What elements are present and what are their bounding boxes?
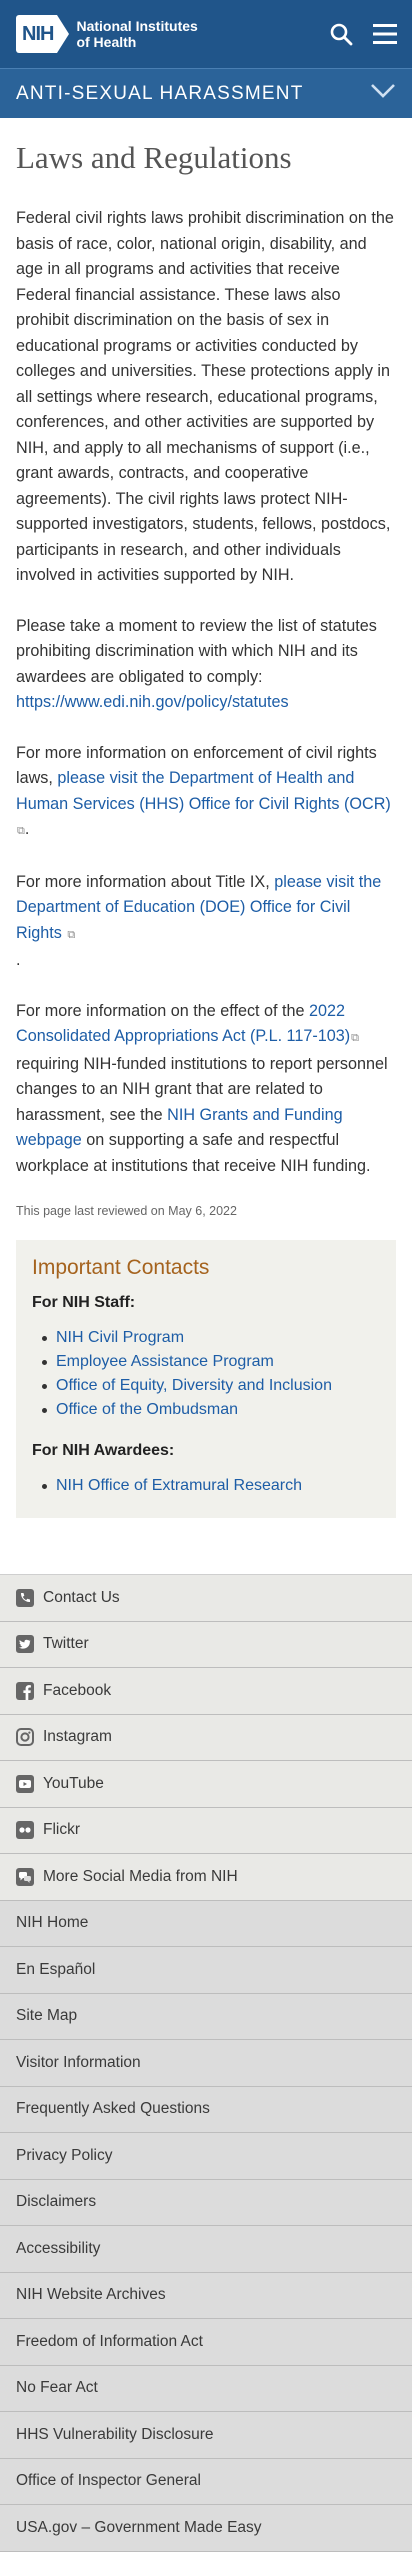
menu-icon[interactable] bbox=[372, 21, 398, 47]
external-link-icon: ⧉ bbox=[351, 1032, 360, 1044]
footer-link-privacy[interactable]: Privacy Policy bbox=[0, 2133, 412, 2180]
footer-link-oig[interactable]: Office of Inspector General bbox=[0, 2458, 412, 2505]
footer-link-visitor-info[interactable]: Visitor Information bbox=[0, 2040, 412, 2087]
footer-contact-us[interactable]: Contact Us bbox=[0, 1575, 412, 1622]
ocr-paragraph: For more information on enforcement of c… bbox=[16, 741, 396, 845]
footer-link-label: Freedom of Information Act bbox=[16, 2332, 203, 2350]
important-contacts-box: Important Contacts For NIH Staff: NIH Ci… bbox=[16, 1240, 396, 1518]
appropriations-paragraph: For more information on the effect of th… bbox=[16, 999, 396, 1180]
footer-link-site-map[interactable]: Site Map bbox=[0, 1993, 412, 2040]
footer-social-label: Instagram bbox=[43, 1728, 112, 1746]
page-title: Laws and Regulations bbox=[16, 140, 292, 175]
footer-link-usa-gov[interactable]: USA.gov – Government Made Easy bbox=[0, 2505, 412, 2552]
footer-more-social[interactable]: More Social Media from NIH bbox=[0, 1854, 412, 1901]
logo-arrow-shape bbox=[57, 15, 70, 53]
footer-social-label: Facebook bbox=[43, 1681, 112, 1699]
footer-social-label: Twitter bbox=[43, 1635, 89, 1653]
chevron-down-icon bbox=[370, 83, 396, 105]
ombudsman-link[interactable]: Office of the Ombudsman bbox=[56, 1401, 238, 1418]
footer-link-label: Privacy Policy bbox=[16, 2146, 113, 2164]
contacts-title: Important Contacts bbox=[32, 1256, 210, 1279]
list-item: NIH Office of Extramural Research bbox=[42, 1474, 380, 1498]
footer-link-label: Site Map bbox=[16, 2007, 78, 2025]
statutes-paragraph: Please take a moment to review the list … bbox=[16, 614, 396, 716]
site-footer: Contact Us Twitter Facebook Instagram Yo… bbox=[0, 1574, 412, 2552]
footer-link-no-fear-act[interactable]: No Fear Act bbox=[0, 2365, 412, 2412]
main-content: Laws and Regulations Federal civil right… bbox=[0, 118, 412, 1518]
logo-text: National Institutes of Health bbox=[76, 18, 197, 50]
header-icons bbox=[328, 21, 398, 47]
section-nav-toggle[interactable]: ANTI-SEXUAL HARASSMENT bbox=[0, 68, 412, 118]
edi-office-link[interactable]: Office of Equity, Diversity and Inclusio… bbox=[56, 1377, 332, 1394]
footer-link-disclaimers[interactable]: Disclaimers bbox=[0, 2179, 412, 2226]
footer-link-faq[interactable]: Frequently Asked Questions bbox=[0, 2086, 412, 2133]
logo-abbr: NIH bbox=[16, 15, 58, 53]
footer-link-label: Frequently Asked Questions bbox=[16, 2100, 210, 2118]
footer-link-label: Visitor Information bbox=[16, 2053, 141, 2071]
nih-civil-program-link[interactable]: NIH Civil Program bbox=[56, 1329, 184, 1346]
footer-youtube[interactable]: YouTube bbox=[0, 1761, 412, 1808]
footer-link-label: NIH Website Archives bbox=[16, 2286, 166, 2304]
footer-social-label: Flickr bbox=[43, 1821, 81, 1839]
footer-social-label: More Social Media from NIH bbox=[43, 1867, 238, 1885]
staff-heading: For NIH Staff: bbox=[32, 1294, 136, 1311]
footer-link-label: Office of Inspector General bbox=[16, 2472, 201, 2490]
intro-paragraph: Federal civil rights laws prohibit discr… bbox=[16, 209, 394, 584]
footer-link-label: No Fear Act bbox=[16, 2379, 98, 2397]
awardees-list: NIH Office of Extramural Research bbox=[32, 1474, 380, 1498]
footer-link-label: NIH Home bbox=[16, 1914, 89, 1932]
footer-instagram[interactable]: Instagram bbox=[0, 1714, 412, 1761]
logo-line1: National Institutes bbox=[76, 18, 198, 34]
phone-icon bbox=[16, 1588, 34, 1607]
footer-link-foia[interactable]: Freedom of Information Act bbox=[0, 2319, 412, 2366]
statutes-text: Please take a moment to review the list … bbox=[16, 616, 377, 686]
flickr-icon bbox=[16, 1821, 34, 1840]
external-link-icon: ⧉ bbox=[67, 928, 76, 941]
footer-link-vulnerability[interactable]: HHS Vulnerability Disclosure bbox=[0, 2412, 412, 2459]
employee-assistance-link[interactable]: Employee Assistance Program bbox=[56, 1353, 274, 1370]
footer-social-label: YouTube bbox=[43, 1774, 104, 1792]
footer-social-label: Contact Us bbox=[43, 1588, 120, 1606]
footer-link-label: HHS Vulnerability Disclosure bbox=[16, 2425, 214, 2443]
footer-link-label: Accessibility bbox=[16, 2239, 101, 2257]
social-media-icon bbox=[16, 1867, 34, 1886]
last-reviewed: This page last reviewed on May 6, 2022 bbox=[16, 1204, 237, 1218]
section-title: ANTI-SEXUAL HARASSMENT bbox=[16, 82, 304, 104]
awardees-heading: For NIH Awardees: bbox=[32, 1442, 175, 1459]
ocr-end: . bbox=[24, 820, 30, 838]
footer-twitter[interactable]: Twitter bbox=[0, 1621, 412, 1668]
extramural-research-link[interactable]: NIH Office of Extramural Research bbox=[56, 1477, 302, 1494]
search-icon[interactable] bbox=[328, 21, 354, 47]
footer-flickr[interactable]: Flickr bbox=[0, 1807, 412, 1854]
list-item: NIH Civil Program bbox=[42, 1326, 380, 1350]
title-ix-paragraph: For more information about Title IX, ple… bbox=[16, 870, 396, 974]
list-item: Employee Assistance Program bbox=[42, 1350, 380, 1374]
footer-link-nih-home[interactable]: NIH Home bbox=[0, 1900, 412, 1947]
site-header: NIH National Institutes of Health bbox=[0, 0, 412, 68]
footer-link-label: USA.gov – Government Made Easy bbox=[16, 2518, 262, 2536]
external-link-icon: ⧉ bbox=[17, 825, 25, 837]
statutes-link[interactable]: https://www.edi.nih.gov/policy/statutes bbox=[16, 693, 289, 711]
list-item: Office of Equity, Diversity and Inclusio… bbox=[42, 1374, 380, 1398]
footer-link-espanol[interactable]: En Español bbox=[0, 1947, 412, 1994]
footer-link-accessibility[interactable]: Accessibility bbox=[0, 2226, 412, 2273]
instagram-icon bbox=[16, 1728, 34, 1747]
footer-link-archives[interactable]: NIH Website Archives bbox=[0, 2272, 412, 2319]
youtube-icon bbox=[16, 1774, 34, 1793]
staff-list: NIH Civil Program Employee Assistance Pr… bbox=[32, 1326, 380, 1422]
footer-link-label: Disclaimers bbox=[16, 2193, 97, 2211]
nih-logo[interactable]: NIH National Institutes of Health bbox=[16, 15, 198, 53]
footer-link-label: En Español bbox=[16, 1960, 96, 1978]
title-ix-text: For more information about Title IX, bbox=[16, 872, 270, 891]
footer-facebook[interactable]: Facebook bbox=[0, 1668, 412, 1715]
list-item: Office of the Ombudsman bbox=[42, 1398, 380, 1422]
logo-line2: of Health bbox=[76, 34, 137, 50]
facebook-icon bbox=[16, 1681, 34, 1700]
title-ix-end: . bbox=[16, 951, 21, 969]
appropriations-text-1: For more information on the effect of th… bbox=[16, 1001, 305, 1020]
hhs-ocr-link[interactable]: please visit the Department of Health an… bbox=[16, 769, 391, 813]
twitter-icon bbox=[16, 1635, 34, 1654]
